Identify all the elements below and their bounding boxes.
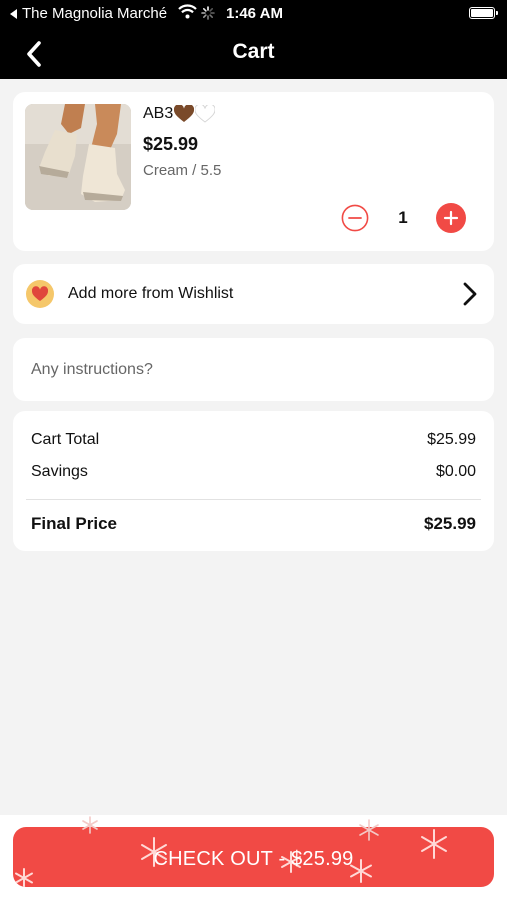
final-price-label: Final Price: [31, 514, 117, 533]
product-name-text: AB3: [143, 105, 174, 122]
nav-bar: Cart: [0, 28, 507, 79]
wishlist-heart-icon: [26, 280, 54, 308]
cart-total-label: Cart Total: [31, 431, 100, 448]
savings-row: Savings $0.00: [31, 463, 476, 481]
quantity-value: 1: [398, 208, 408, 227]
wishlist-label: Add more from Wishlist: [68, 285, 234, 302]
white-heart-icon: [195, 105, 216, 123]
decrease-quantity-button[interactable]: [341, 204, 369, 232]
back-to-app-link[interactable]: The Magnolia Marché: [10, 5, 167, 22]
final-price-value: $25.99: [424, 514, 476, 533]
price-summary-card: Cart Total $25.99 Savings $0.00 Final Pr…: [13, 411, 494, 551]
snowflake-icon: [82, 816, 98, 834]
chevron-right-icon: [463, 282, 477, 306]
back-app-label: The Magnolia Marché: [22, 5, 168, 22]
instructions-input[interactable]: [31, 338, 471, 401]
checkout-button[interactable]: CHECK OUT - $25.99: [13, 827, 494, 887]
cart-total-value: $25.99: [427, 431, 476, 448]
savings-label: Savings: [31, 463, 88, 480]
snowflake-icon: [359, 819, 379, 841]
savings-value: $0.00: [435, 463, 476, 480]
summary-divider: [26, 499, 481, 500]
wishlist-row[interactable]: Add more from Wishlist: [13, 264, 494, 324]
checkout-label: CHECK OUT - $25.99: [153, 848, 354, 870]
checkout-bar: CHECK OUT - $25.99: [0, 815, 507, 900]
product-image: [25, 104, 131, 210]
final-price-row: Final Price $25.99: [31, 514, 476, 534]
product-thumbnail[interactable]: [25, 104, 131, 210]
wifi-icon: [178, 4, 197, 19]
cart-total-row: Cart Total $25.99: [31, 431, 476, 449]
product-variant: Cream / 5.5: [143, 162, 222, 179]
brown-heart-icon: [174, 105, 195, 122]
activity-spinner-icon: [201, 6, 215, 20]
instructions-card: [13, 338, 494, 401]
product-name[interactable]: AB3: [143, 105, 216, 123]
back-triangle-icon: [10, 8, 17, 19]
status-bar: The Magnolia Marché 1:46 AM: [0, 0, 507, 28]
battery-icon: [469, 7, 498, 19]
cart-item-card: AB3 $25.99 Cream / 5.5 1: [13, 92, 494, 251]
increase-quantity-button[interactable]: [436, 203, 466, 233]
product-price: $25.99: [143, 134, 199, 154]
status-time: 1:46 AM: [226, 5, 283, 22]
page-title: Cart: [232, 40, 275, 63]
